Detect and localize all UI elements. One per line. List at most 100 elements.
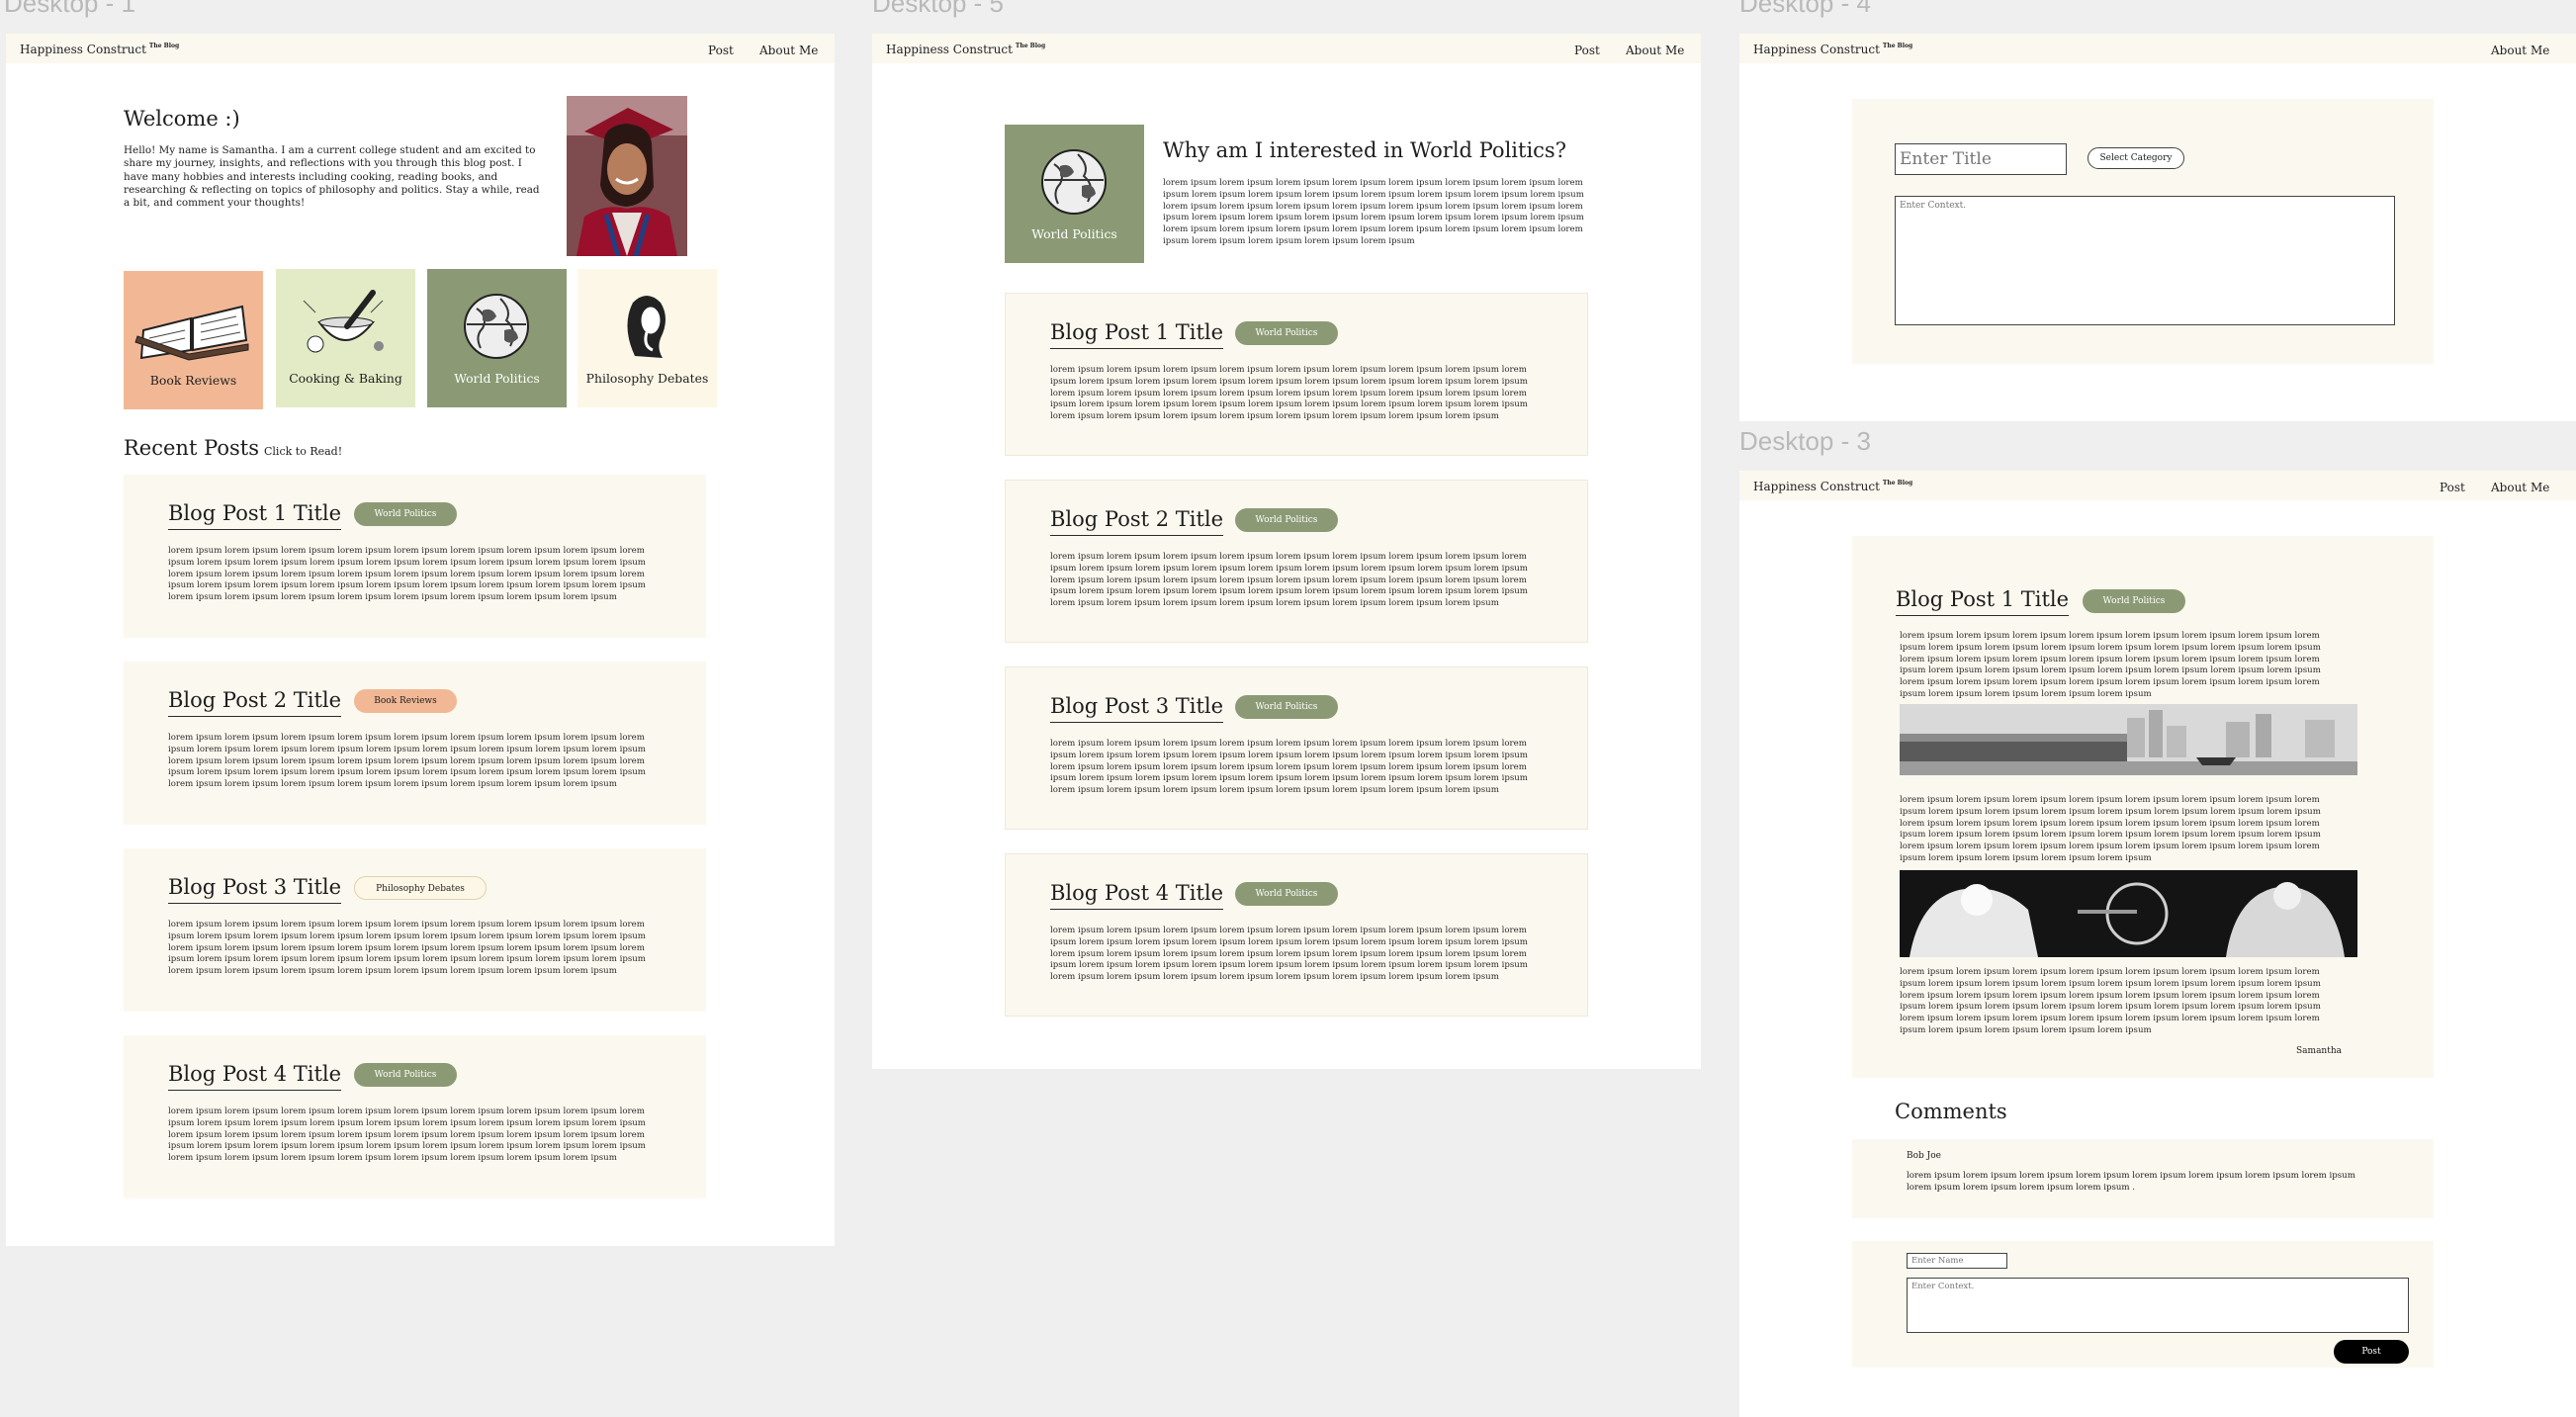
post-excerpt: lorem ipsum lorem ipsum lorem ipsum lore… <box>168 733 646 790</box>
brand-name: Happiness Construct <box>20 43 146 56</box>
category-tag[interactable]: World Politics <box>354 1063 457 1087</box>
site-brand[interactable]: Happiness Construct The Blog <box>20 43 179 56</box>
category-label: Book Reviews <box>149 373 237 388</box>
category-tag[interactable]: Philosophy Debates <box>354 876 487 900</box>
category-card-book-reviews[interactable]: Book Reviews <box>124 271 263 409</box>
post-comment-button[interactable]: Post <box>2334 1340 2409 1364</box>
post-author: Samantha <box>2296 1046 2343 1056</box>
desktop-4-new-post: Happiness ConstructThe Blog About Me Sel… <box>1739 34 2576 421</box>
book-icon <box>124 289 263 362</box>
post-paragraph-1: lorem ipsum lorem ipsum lorem ipsum lore… <box>1900 631 2321 699</box>
post-title[interactable]: Blog Post 3 Title <box>1050 694 1224 723</box>
post-excerpt: lorem ipsum lorem ipsum lorem ipsum lore… <box>168 920 646 977</box>
site-brand[interactable]: Happiness Construct The Blog <box>1753 480 1912 493</box>
comment-content-textarea[interactable] <box>1907 1278 2409 1333</box>
category-label: World Politics <box>1031 226 1117 241</box>
category-card-world-politics[interactable]: World Politics <box>427 269 567 407</box>
nav-about-link[interactable]: About Me <box>759 44 818 57</box>
post-title[interactable]: Blog Post 2 Title <box>1050 507 1224 536</box>
top-nav: Happiness Construct The Blog Post About M… <box>872 34 1701 63</box>
post-title[interactable]: Blog Post 2 Title <box>168 688 342 717</box>
brand-name: Happiness Construct <box>1753 43 1880 56</box>
post-title[interactable]: Blog Post 1 Title <box>168 501 342 530</box>
desktop-3-post-detail: Happiness Construct The Blog Post About M… <box>1739 471 2576 1417</box>
nav-about-link[interactable]: About Me <box>2491 481 2549 494</box>
post-excerpt: lorem ipsum lorem ipsum lorem ipsum lore… <box>1050 739 1528 796</box>
top-nav: Happiness Construct The Blog Post About M… <box>1739 471 2576 500</box>
nav-post-link[interactable]: Post <box>1574 44 1600 57</box>
desktop-5-category: Happiness Construct The Blog Post About M… <box>872 34 1701 1069</box>
post-card[interactable]: Blog Post 1 Title World Politics lorem i… <box>1005 293 1588 456</box>
post-excerpt: lorem ipsum lorem ipsum lorem ipsum lore… <box>1050 365 1528 422</box>
top-nav: Happiness Construct The Blog Post About M… <box>6 34 835 63</box>
intro-text: Hello! My name is Samantha. I am a curre… <box>124 144 540 210</box>
post-card[interactable]: Blog Post 3 Title Philosophy Debates lor… <box>124 848 706 1012</box>
harbor-photo <box>1900 704 2357 775</box>
lab-photo <box>1900 870 2357 957</box>
post-title[interactable]: Blog Post 4 Title <box>168 1062 342 1091</box>
category-card-philosophy-debates[interactable]: Philosophy Debates <box>577 269 717 407</box>
category-label: Philosophy Debates <box>585 371 709 386</box>
site-brand[interactable]: Happiness Construct The Blog <box>886 43 1045 56</box>
post-card[interactable]: Blog Post 2 Title World Politics lorem i… <box>1005 480 1588 643</box>
globe-icon <box>1005 142 1144 216</box>
post-card[interactable]: Blog Post 1 Title World Politics lorem i… <box>124 475 706 638</box>
nav-post-link[interactable]: Post <box>708 44 734 57</box>
post-card[interactable]: Blog Post 4 Title World Politics lorem i… <box>124 1035 706 1198</box>
nav-post-link[interactable]: Post <box>2440 481 2465 494</box>
comments-heading: Comments <box>1895 1100 2007 1123</box>
comment-text: lorem ipsum lorem ipsum lorem ipsum lore… <box>1907 1171 2355 1193</box>
brand-name: Happiness Construct <box>886 43 1013 56</box>
category-tag[interactable]: Book Reviews <box>354 689 457 713</box>
thinker-icon <box>577 287 717 360</box>
nav-about-link[interactable]: About Me <box>2491 44 2549 57</box>
profile-photo <box>567 96 687 256</box>
post-card[interactable]: Blog Post 3 Title World Politics lorem i… <box>1005 666 1588 830</box>
frame-label-desktop-3: Desktop - 3 <box>1739 426 1871 456</box>
recent-posts-heading: Recent Posts <box>124 436 259 460</box>
post-excerpt: lorem ipsum lorem ipsum lorem ipsum lore… <box>1050 552 1528 609</box>
comment-card: Bob Joe lorem ipsum lorem ipsum lorem ip… <box>1852 1139 2434 1218</box>
comment-author: Bob Joe <box>1907 1151 1942 1161</box>
category-label: Cooking & Baking <box>289 371 402 386</box>
category-intro: lorem ipsum lorem ipsum lorem ipsum lore… <box>1163 178 1584 246</box>
title-input[interactable] <box>1895 143 2067 175</box>
post-title[interactable]: Blog Post 4 Title <box>1050 881 1224 910</box>
category-heading: Why am I interested in World Politics? <box>1163 138 1566 162</box>
category-tag[interactable]: World Politics <box>1235 508 1338 532</box>
post-card[interactable]: Blog Post 2 Title Book Reviews lorem ips… <box>124 662 706 825</box>
site-brand[interactable]: Happiness Construct The Blog <box>1753 43 1912 56</box>
frame-label-desktop-1: Desktop - 1 <box>4 0 135 18</box>
comment-name-input[interactable] <box>1907 1253 2007 1269</box>
brand-sup: The Blog <box>1882 480 1913 487</box>
category-tag[interactable]: World Politics <box>1235 882 1338 906</box>
editor-panel: Select Category <box>1852 99 2434 364</box>
click-to-read-hint: Click to Read! <box>264 445 343 458</box>
globe-icon <box>427 287 567 360</box>
post-card[interactable]: Blog Post 4 Title World Politics lorem i… <box>1005 853 1588 1017</box>
content-textarea[interactable] <box>1895 196 2395 325</box>
category-card-cooking-baking[interactable]: Cooking & Baking <box>276 269 415 407</box>
frame-label-desktop-5: Desktop - 5 <box>872 0 1004 18</box>
category-banner: World Politics <box>1005 125 1144 263</box>
category-tag[interactable]: World Politics <box>1235 695 1338 719</box>
category-tag[interactable]: World Politics <box>354 502 457 526</box>
nav-about-link[interactable]: About Me <box>1626 44 1684 57</box>
brand-sup: The Blog <box>1882 43 1913 49</box>
post-title[interactable]: Blog Post 1 Title <box>1050 320 1224 349</box>
post-title[interactable]: Blog Post 3 Title <box>168 875 342 904</box>
post-excerpt: lorem ipsum lorem ipsum lorem ipsum lore… <box>168 546 646 603</box>
desktop-1-home: Happiness Construct The Blog Post About M… <box>6 34 835 1246</box>
post-excerpt: lorem ipsum lorem ipsum lorem ipsum lore… <box>168 1107 646 1164</box>
post-paragraph-2: lorem ipsum lorem ipsum lorem ipsum lore… <box>1900 795 2321 863</box>
brand-sup: The Blog <box>1015 43 1046 49</box>
category-tag[interactable]: World Politics <box>1235 321 1338 345</box>
brand-sup: The Blog <box>148 43 180 49</box>
post-title: Blog Post 1 Title <box>1896 587 2070 616</box>
post-excerpt: lorem ipsum lorem ipsum lorem ipsum lore… <box>1050 926 1528 983</box>
category-tag[interactable]: World Politics <box>2083 589 2185 613</box>
frame-label-desktop-4: Desktop - 4 <box>1739 0 1871 18</box>
select-category-button[interactable]: Select Category <box>2087 147 2184 169</box>
top-nav: Happiness Construct The Blog About Me <box>1739 34 2576 63</box>
brand-name: Happiness Construct <box>1753 480 1880 493</box>
